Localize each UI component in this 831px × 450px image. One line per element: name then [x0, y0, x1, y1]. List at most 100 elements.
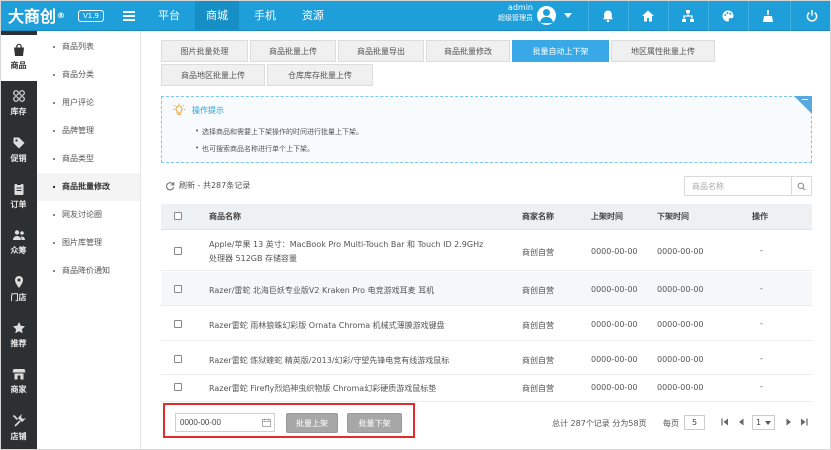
col-goods-name[interactable]: 商品名称 — [209, 204, 241, 230]
broom-icon[interactable] — [748, 0, 788, 31]
avatar[interactable] — [537, 6, 556, 25]
first-page-icon[interactable] — [720, 417, 730, 427]
user-role: 超级管理员 — [498, 14, 533, 22]
version-badge: V1.9 — [78, 10, 104, 22]
subnav-item[interactable]: 图片库管理 — [37, 229, 140, 257]
on-time: 0000-00-00 — [591, 320, 638, 329]
table-row[interactable]: Razer雷蛇 雨林狼蛛幻彩版 Ornata Chroma 机械式薄膜游戏键盘 … — [161, 307, 812, 341]
action-cell: - — [760, 319, 763, 328]
tab-region-attr-upload[interactable]: 地区属性批量上传 — [611, 40, 715, 62]
logo-mark: ® — [57, 10, 66, 20]
search-box — [684, 176, 812, 196]
row-checkbox[interactable] — [174, 285, 182, 293]
row-checkbox[interactable] — [174, 383, 182, 391]
tag-icon — [13, 137, 24, 149]
tab-warehouse-upload[interactable]: 仓库库存批量上传 — [267, 64, 373, 86]
search-input[interactable] — [685, 177, 792, 195]
sidebar-item-goods[interactable]: 商品 — [0, 35, 37, 81]
users-icon — [12, 230, 25, 240]
batch-off-shelf-button[interactable]: 批量下架 — [347, 413, 402, 433]
topnav-resources[interactable]: 资源 — [291, 0, 335, 31]
row-checkbox[interactable] — [174, 355, 182, 363]
table-row[interactable]: Apple/苹果 13 英寸：MacBook Pro Multi-Touch B… — [161, 231, 812, 271]
subnav-item[interactable]: 网友讨论圈 — [37, 201, 140, 229]
off-time: 0000-00-00 — [657, 285, 704, 294]
tab-auto-shelf[interactable]: 批量自动上下架 — [512, 40, 609, 62]
topnav-platform[interactable]: 平台 — [147, 0, 191, 31]
clipboard-icon — [14, 183, 23, 195]
tips-title: 操作提示 — [192, 106, 224, 115]
tab-goods-export[interactable]: 商品批量导出 — [338, 40, 424, 62]
subnav-item[interactable]: 品牌管理 — [37, 117, 140, 145]
topnav-mall[interactable]: 商城 — [195, 0, 239, 31]
last-page-icon[interactable] — [799, 417, 809, 427]
secondary-sidebar: 商品列表 商品分类 用户评论 品牌管理 商品类型 商品批量修改 网友讨论圈 图片… — [37, 31, 141, 450]
next-page-icon[interactable] — [784, 417, 794, 427]
top-bar: 大商创 ® V1.9 平台 商城 手机 资源 admin 超级管理员 — [0, 0, 831, 31]
subnav-item-active[interactable]: 商品批量修改 — [37, 173, 140, 201]
action-cell: - — [760, 354, 763, 363]
tab-image-batch[interactable]: 图片批量处理 — [161, 40, 248, 62]
user-info[interactable]: admin 超级管理员 — [497, 3, 533, 24]
col-seller[interactable]: 商家名称 — [522, 204, 554, 230]
col-off-time[interactable]: 下架时间 — [657, 204, 689, 230]
off-time: 0000-00-00 — [657, 320, 704, 329]
minus-icon — [802, 99, 808, 100]
palette-icon[interactable] — [708, 0, 748, 31]
per-page-input[interactable]: 5 — [684, 415, 705, 430]
subnav-item[interactable]: 商品分类 — [37, 61, 140, 89]
off-time: 0000-00-00 — [657, 383, 704, 392]
select-all-checkbox[interactable] — [174, 212, 182, 220]
goods-name: Razer/雷蛇 北海巨妖专业版V2 Kraken Pro 电竞游戏耳麦 耳机 — [209, 286, 435, 295]
subnav-item[interactable]: 商品降价通知 — [37, 257, 140, 285]
seller-name: 商创自营 — [522, 286, 554, 295]
sidebar-item-promotion[interactable]: 促销 — [0, 128, 37, 174]
search-button[interactable] — [791, 177, 811, 195]
seller-name: 商创自营 — [522, 356, 554, 365]
date-picker — [175, 413, 275, 432]
divider — [790, 0, 791, 31]
sidebar-item-stock[interactable]: 库存 — [0, 81, 37, 127]
on-time: 0000-00-00 — [591, 383, 638, 392]
subnav-item[interactable]: 用户评论 — [37, 89, 140, 117]
tab-goods-edit[interactable]: 商品批量修改 — [426, 40, 510, 62]
menu-toggle-icon[interactable] — [123, 11, 135, 21]
sidebar-item-recommend[interactable]: 推荐 — [0, 313, 37, 359]
sidebar-item-orders[interactable]: 订单 — [0, 174, 37, 220]
goods-name: Razer雷蛇 Firefly烈焰神虫织物版 Chroma幻彩硬质游戏鼠标垫 — [209, 384, 437, 393]
power-icon[interactable] — [792, 0, 831, 31]
action-cell: - — [760, 382, 763, 391]
table-row[interactable]: Razer雷蛇 Firefly烈焰神虫织物版 Chroma幻彩硬质游戏鼠标垫 商… — [161, 376, 812, 402]
store-icon — [12, 369, 25, 380]
date-input[interactable] — [176, 414, 260, 431]
row-checkbox[interactable] — [174, 247, 182, 255]
batch-on-shelf-button[interactable]: 批量上架 — [286, 413, 338, 433]
subnav-item[interactable]: 商品列表 — [37, 33, 140, 61]
refresh-link[interactable]: 刷新 - 共287条记录 — [165, 180, 250, 191]
home-icon[interactable] — [628, 0, 668, 31]
chevron-down-icon[interactable] — [564, 13, 572, 18]
tab-goods-upload[interactable]: 商品批量上传 — [250, 40, 336, 62]
prev-page-icon[interactable] — [736, 417, 746, 427]
table-row[interactable]: Razer雷蛇 炼狱蝰蛇 精英版/2013/幻彩/守望先锋电竞有线游戏鼠标 商创… — [161, 342, 812, 375]
sidebar-item-store[interactable]: 门店 — [0, 267, 37, 313]
sidebar-item-crowdfunding[interactable]: 众筹 — [0, 220, 37, 266]
star-icon — [12, 322, 25, 334]
sidebar-item-merchant[interactable]: 商家 — [0, 359, 37, 405]
seller-name: 商创自营 — [522, 384, 554, 393]
col-on-time[interactable]: 上架时间 — [591, 204, 623, 230]
goods-name-cont: 处理器 512GB 存储容量 — [209, 254, 298, 263]
subnav-item[interactable]: 商品类型 — [37, 145, 140, 173]
topnav-mobile[interactable]: 手机 — [243, 0, 287, 31]
row-checkbox[interactable] — [174, 320, 182, 328]
page-select[interactable]: 1 — [752, 415, 775, 430]
sidebar-item-shop[interactable]: 店铺 — [0, 406, 37, 450]
bell-icon[interactable] — [588, 0, 628, 31]
tab-goods-region-upload[interactable]: 商品地区批量上传 — [161, 64, 265, 86]
lightbulb-icon — [173, 103, 185, 115]
calendar-icon[interactable] — [262, 418, 271, 427]
per-page-label: 每页 — [663, 419, 679, 428]
logo[interactable]: 大商创 ® — [8, 5, 66, 26]
table-row[interactable]: Razer/雷蛇 北海巨妖专业版V2 Kraken Pro 电竞游戏耳麦 耳机 … — [161, 272, 812, 306]
sitemap-icon[interactable] — [668, 0, 708, 31]
